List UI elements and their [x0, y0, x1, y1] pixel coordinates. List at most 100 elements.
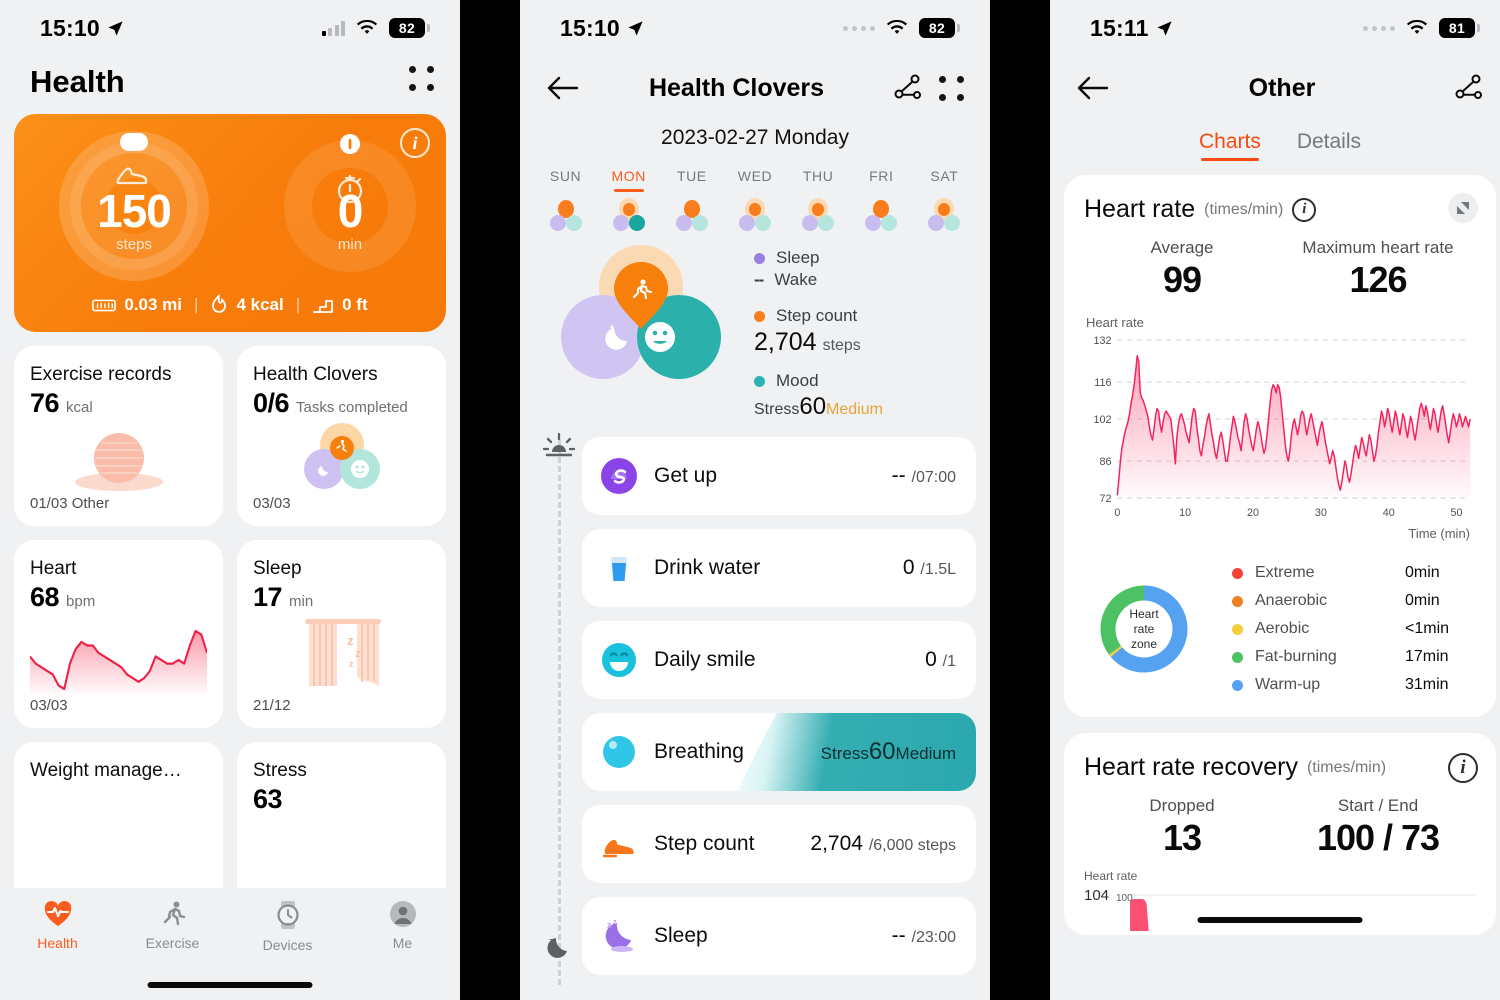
- task-row[interactable]: Drink water 0 /1.5L: [582, 529, 976, 607]
- task-value: 0 /1: [925, 648, 956, 671]
- tab-health[interactable]: Health: [0, 900, 115, 951]
- tab-charts[interactable]: Charts: [1199, 130, 1261, 161]
- card-exercise-records[interactable]: Exercise records 76 kcal 01/03 Other: [14, 346, 223, 526]
- breathing-icon: [600, 733, 638, 771]
- day-label: THU: [802, 168, 834, 184]
- card-sleep[interactable]: Sleep 17 min z z z 21/12: [237, 540, 446, 728]
- panel-divider-2: [990, 0, 1050, 1000]
- back-arrow-icon[interactable]: [1076, 75, 1110, 101]
- task-row[interactable]: z z Sleep -- /23:00: [582, 897, 976, 975]
- card-title: Heart: [30, 558, 77, 579]
- info-icon[interactable]: i: [1292, 197, 1317, 222]
- card-header: Heart rate (times/min) i: [1084, 195, 1476, 224]
- day-fri[interactable]: FRI: [850, 168, 913, 234]
- tab-exercise[interactable]: Exercise: [115, 900, 230, 951]
- card-health-clovers[interactable]: Health Clovers 0/6 Tasks completed 03/03: [237, 346, 446, 526]
- task-row[interactable]: Breathing Stress60Medium: [582, 713, 976, 791]
- tab-label: Exercise: [145, 935, 200, 951]
- day-label: SUN: [549, 168, 582, 184]
- card-heart-rate-recovery: Heart rate recovery (times/min) i Droppe…: [1064, 733, 1496, 935]
- card-value: 76: [30, 388, 60, 418]
- svg-text:86: 86: [1099, 456, 1111, 468]
- stat-label: Dropped: [1149, 796, 1215, 815]
- task-value: -- /07:00: [891, 464, 956, 487]
- day-clover-icon: [734, 198, 776, 234]
- grid-menu-icon[interactable]: [409, 65, 434, 91]
- svg-text:102: 102: [1093, 414, 1111, 426]
- location-arrow-icon: [108, 20, 123, 36]
- card-title: Weight manage…: [30, 760, 182, 781]
- card-title: Health Clovers: [253, 364, 378, 385]
- stat-value: 100 / 73: [1316, 817, 1440, 858]
- flame-icon: [212, 294, 227, 313]
- day-clover-icon: [860, 200, 902, 234]
- sleep-moon-icon: zz: [600, 917, 638, 955]
- tab-me[interactable]: Me: [345, 900, 460, 951]
- zone-row: Anaerobic 0min: [1232, 587, 1476, 615]
- heart-rate-zone-legend: Extreme 0min Anaerobic 0min Aerobic <1min Fat-…: [1194, 559, 1476, 699]
- share-node-icon[interactable]: [1454, 74, 1484, 102]
- share-node-icon[interactable]: [893, 74, 923, 102]
- activity-summary-card[interactable]: i 150 steps 0 min 0.03 mi | 4 kcal | 0 f…: [14, 114, 446, 332]
- battery-indicator: 81: [1439, 18, 1480, 38]
- day-clover-icon: [671, 200, 713, 234]
- zone-value: 0min: [1405, 592, 1440, 609]
- location-arrow-icon: [628, 20, 643, 36]
- sneaker-icon: [600, 825, 638, 863]
- svg-text:0: 0: [1114, 507, 1120, 519]
- svg-text:50: 50: [1451, 507, 1463, 519]
- zone-value: 31min: [1405, 676, 1449, 693]
- ruler-icon: [92, 299, 117, 312]
- zone-name: Aerobic: [1255, 620, 1310, 637]
- card-title: Heart rate: [1084, 195, 1196, 223]
- grid-menu-icon[interactable]: [939, 75, 964, 101]
- task-row[interactable]: Step count 2,704 /6,000 steps: [582, 805, 976, 883]
- card-value: 63: [253, 784, 283, 814]
- day-tue[interactable]: TUE: [660, 168, 723, 234]
- x-axis-label: Time (min): [1408, 526, 1470, 541]
- task-row[interactable]: Daily smile 0 /1: [582, 621, 976, 699]
- card-title: Heart rate recovery: [1084, 753, 1298, 781]
- svg-text:132: 132: [1093, 335, 1111, 347]
- expand-icon[interactable]: [1448, 193, 1478, 223]
- svg-text:40: 40: [1383, 507, 1395, 519]
- water-glass-icon: [600, 549, 638, 587]
- nav-bar: Health Clovers: [520, 56, 990, 120]
- day-clover-icon: [545, 200, 587, 234]
- hr-stats: Average 99 Maximum heart rate 126: [1084, 238, 1476, 301]
- person-icon: [389, 901, 416, 927]
- back-arrow-icon[interactable]: [546, 75, 580, 101]
- zone-color-dot: [1232, 679, 1243, 691]
- task-row[interactable]: Get up -- /07:00: [582, 437, 976, 515]
- stat-label: Start / End: [1337, 796, 1419, 815]
- day-underline: [677, 189, 707, 192]
- day-thu[interactable]: THU: [787, 168, 850, 234]
- svg-text:z: z: [347, 633, 354, 648]
- zone-value: 0min: [1405, 564, 1440, 581]
- status-bar: 15:10 82: [0, 0, 460, 56]
- stat-dropped: Dropped 13: [1084, 796, 1280, 859]
- minutes-value: 0: [337, 185, 364, 237]
- day-sun[interactable]: SUN: [534, 168, 597, 234]
- day-sat[interactable]: SAT: [913, 168, 976, 234]
- smile-icon: [600, 641, 638, 679]
- card-value: 17: [253, 582, 283, 612]
- stat-value: 99: [1162, 259, 1202, 300]
- wifi-icon: [1406, 20, 1428, 34]
- status-right: 82: [843, 18, 960, 38]
- page-title: Other: [1248, 73, 1316, 102]
- tab-details[interactable]: Details: [1297, 130, 1361, 161]
- day-wed[interactable]: WED: [723, 168, 786, 234]
- recovery-axis-sub: 100: [1116, 893, 1133, 904]
- legend-sleep: Sleep: [754, 248, 974, 268]
- tab-devices[interactable]: Devices: [230, 900, 345, 953]
- day-mon[interactable]: MON: [597, 168, 660, 234]
- exercise-ball-icon: [30, 419, 207, 495]
- status-right: 82: [321, 18, 430, 38]
- day-underline: [866, 189, 896, 192]
- info-icon[interactable]: i: [1448, 753, 1478, 783]
- day-label: FRI: [869, 168, 894, 184]
- task-value: 0 /1.5L: [902, 556, 956, 579]
- card-header: Heart rate recovery (times/min) i: [1084, 753, 1478, 783]
- card-heart[interactable]: Heart 68 bpm 03/03: [14, 540, 223, 728]
